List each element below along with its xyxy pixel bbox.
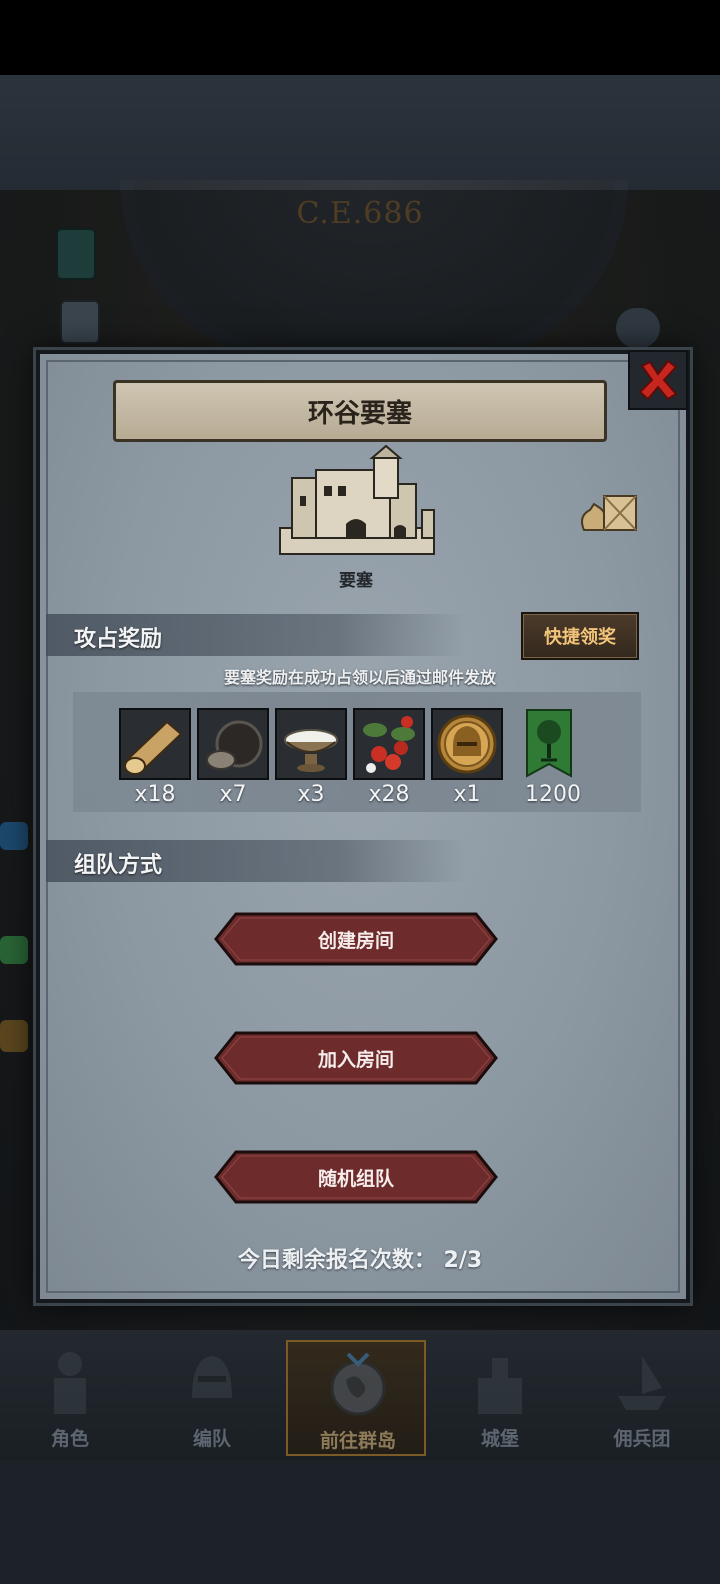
bottom-area: [0, 1460, 720, 1584]
create-room-label: 创建房间: [317, 929, 394, 952]
knight-icon: [54, 1352, 86, 1414]
nav-label: 前往群岛: [319, 1430, 396, 1452]
nav-label: 城堡: [480, 1428, 519, 1450]
top-band: [0, 75, 720, 190]
signups-value: 2/3: [443, 1248, 483, 1273]
ship-icon: [618, 1356, 666, 1410]
truffle-icon: [199, 710, 267, 778]
helmet-icon: [192, 1356, 232, 1398]
berries-icon: [355, 710, 423, 778]
nav-item-castle[interactable]: 城堡: [430, 1340, 570, 1456]
fortress-icon: [279, 444, 435, 555]
reward-item-banner[interactable]: [515, 708, 587, 780]
random-team-button[interactable]: 随机组队: [214, 1150, 498, 1204]
castle-icon: [478, 1358, 522, 1414]
gold-helmet-coin-icon: [433, 710, 501, 778]
reward-count: x28: [368, 782, 410, 807]
reward-item-berries[interactable]: [353, 708, 425, 780]
nav-label: 编队: [192, 1428, 231, 1450]
nav-label: 角色: [50, 1428, 89, 1450]
dialog-title: 环谷要塞: [113, 380, 607, 442]
nav-label: 佣兵团: [613, 1428, 671, 1450]
team-section-title: 组队方式: [74, 853, 163, 878]
tree-banner-icon: [526, 709, 572, 778]
signups-label: 今日剩余报名次数：: [237, 1248, 436, 1273]
status-bar: [0, 0, 720, 75]
quick-claim-button[interactable]: 快捷领奖: [521, 612, 639, 660]
rewards-section-title: 攻占奖励: [74, 627, 163, 652]
random-team-label: 随机组队: [317, 1167, 394, 1190]
wood-log-icon: [121, 710, 189, 778]
reward-item-truffle[interactable]: [197, 708, 269, 780]
reward-count: x3: [297, 782, 325, 807]
close-button[interactable]: [628, 350, 688, 410]
loot-bag-crate-icon[interactable]: [578, 486, 640, 534]
close-x-icon: [638, 359, 678, 401]
nav-item-character[interactable]: 角色: [0, 1340, 140, 1456]
join-room-label: 加入房间: [317, 1048, 394, 1071]
nav-item-formation[interactable]: 编队: [142, 1340, 282, 1456]
reward-count: x18: [134, 782, 176, 807]
reward-item-wood[interactable]: [119, 708, 191, 780]
reward-count: x7: [219, 782, 247, 807]
building-type-label: 要塞: [339, 571, 373, 591]
nav-item-mercenaries[interactable]: 佣兵团: [572, 1340, 712, 1456]
reward-item-helmet-coin[interactable]: [431, 708, 503, 780]
reward-item-salt[interactable]: [275, 708, 347, 780]
globe-icon: [330, 1352, 386, 1416]
join-room-button[interactable]: 加入房间: [214, 1031, 498, 1085]
nav-item-islands[interactable]: 前往群岛: [286, 1340, 426, 1456]
daily-signups: 今日剩余报名次数： 2/3: [0, 1242, 720, 1274]
salt-bowl-icon: [277, 710, 345, 778]
create-room-button[interactable]: 创建房间: [214, 912, 498, 966]
reward-count: 1200: [525, 782, 581, 807]
reward-count: x1: [453, 782, 481, 807]
reward-note: 要塞奖励在成功占领以后通过邮件发放: [223, 668, 496, 687]
